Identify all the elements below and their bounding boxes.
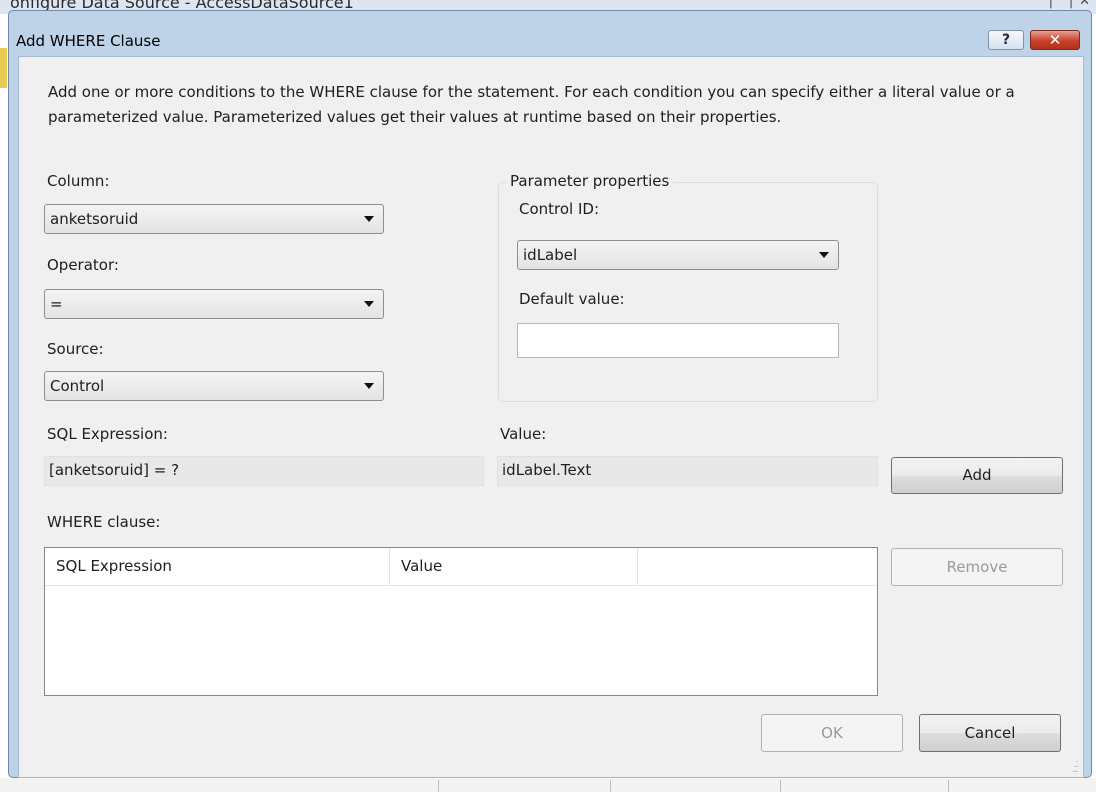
sql-expression-field: [anketsoruid] = ?	[44, 456, 484, 486]
background-divider	[780, 780, 781, 792]
value-field-value: idLabel.Text	[502, 461, 592, 479]
chevron-down-icon	[819, 252, 829, 258]
remove-button[interactable]: Remove	[891, 548, 1063, 586]
value-label: Value:	[500, 425, 547, 443]
add-button[interactable]: Add	[891, 457, 1063, 494]
column-header-value[interactable]: Value	[390, 548, 638, 586]
background-divider	[948, 780, 949, 792]
control-id-dropdown[interactable]: idLabel	[517, 240, 839, 270]
source-dropdown[interactable]: Control	[44, 371, 384, 401]
column-header-empty[interactable]	[638, 548, 877, 586]
resize-grip-icon[interactable]: . .....	[1072, 756, 1079, 775]
background-window-bottom	[0, 778, 1096, 792]
background-divider	[610, 780, 611, 792]
close-icon: ✕	[1048, 31, 1062, 49]
background-window-accent	[0, 48, 7, 88]
close-button[interactable]: ✕	[1030, 30, 1080, 50]
control-id-dropdown-value: idLabel	[523, 246, 578, 264]
chevron-down-icon	[364, 301, 374, 307]
cancel-button[interactable]: Cancel	[919, 714, 1061, 752]
background-divider	[438, 780, 439, 792]
chevron-down-icon	[364, 216, 374, 222]
ok-button[interactable]: OK	[761, 714, 903, 752]
value-field: idLabel.Text	[497, 456, 878, 486]
default-value-input[interactable]	[517, 323, 839, 358]
chevron-down-icon	[364, 383, 374, 389]
operator-label: Operator:	[47, 256, 119, 274]
column-dropdown[interactable]: anketsoruid	[44, 204, 384, 234]
description-text: Add one or more conditions to the WHERE …	[48, 83, 1015, 126]
source-dropdown-value: Control	[50, 377, 105, 395]
control-id-label: Control ID:	[519, 200, 600, 218]
background-window-controls: │ │ ✕	[1046, 0, 1090, 9]
sql-expression-label: SQL Expression:	[47, 425, 168, 443]
operator-dropdown[interactable]: =	[44, 289, 384, 319]
source-label: Source:	[47, 340, 104, 358]
where-clause-list[interactable]: SQL Expression Value	[44, 547, 878, 696]
operator-dropdown-value: =	[50, 295, 63, 313]
help-icon: ?	[1001, 32, 1011, 48]
column-header-sql-expression[interactable]: SQL Expression	[45, 548, 390, 586]
parameter-properties-legend: Parameter properties	[506, 172, 674, 190]
help-button[interactable]: ?	[988, 30, 1024, 50]
column-dropdown-value: anketsoruid	[50, 210, 139, 228]
column-label: Column:	[47, 172, 110, 190]
default-value-label: Default value:	[519, 290, 625, 308]
where-clause-label: WHERE clause:	[47, 513, 161, 531]
sql-expression-value: [anketsoruid] = ?	[49, 461, 180, 479]
dialog-title: Add WHERE Clause	[16, 32, 161, 50]
